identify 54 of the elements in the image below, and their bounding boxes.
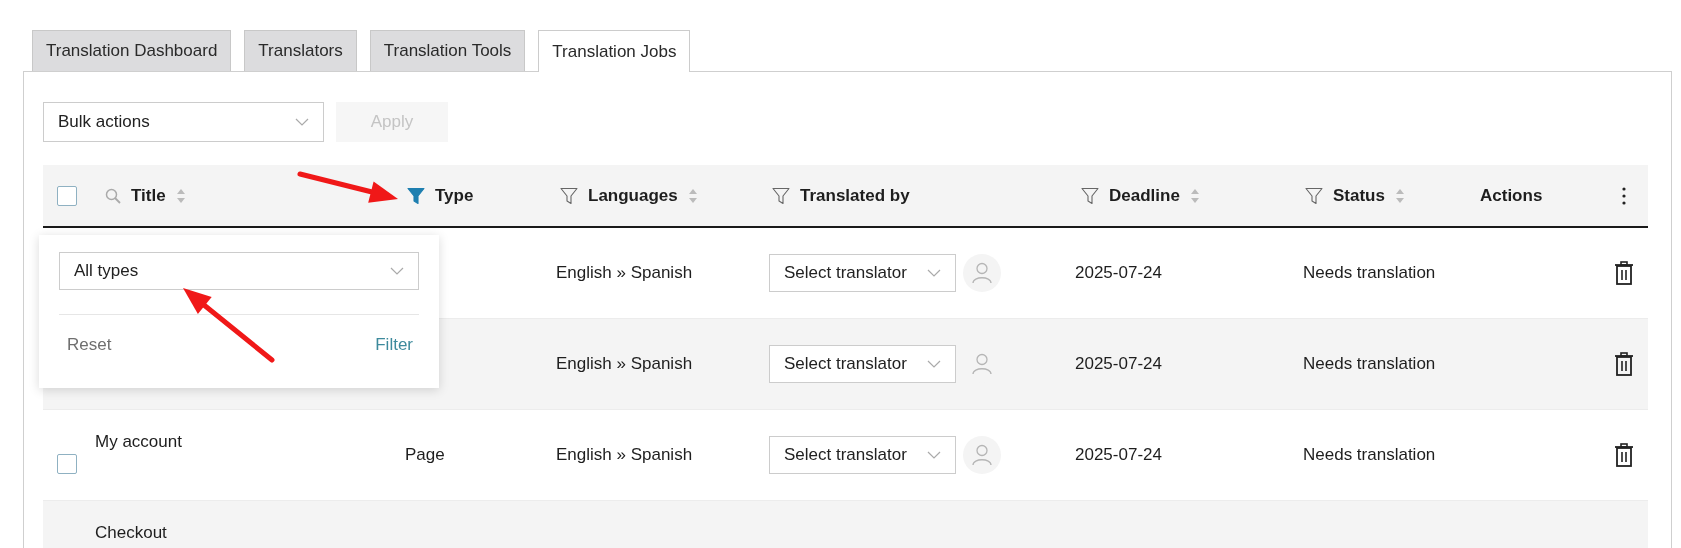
type-dropdown[interactable]: All types xyxy=(59,252,419,290)
table-cell: English » Spanish xyxy=(556,445,693,465)
column-header: Status xyxy=(1333,185,1385,206)
chevron-icon xyxy=(295,118,309,126)
column-header: Languages xyxy=(588,185,678,206)
translator-dropdown[interactable]: Select translator xyxy=(769,345,956,383)
table-cell: Needs translation xyxy=(1303,354,1436,374)
table-cell: English » Spanish xyxy=(556,263,693,283)
table-cell: Needs translation xyxy=(1303,445,1436,465)
reset-button[interactable]: Reset xyxy=(67,331,112,359)
table-cell: English » Spanish xyxy=(556,354,693,374)
filter-icon[interactable] xyxy=(407,186,425,205)
dropdown-placeholder: Select translator xyxy=(784,354,907,374)
table-cell: 2025-07-24 xyxy=(1075,445,1162,465)
column-header: Translated by xyxy=(800,185,910,206)
avatar-icon[interactable] xyxy=(963,436,1001,474)
checkbox[interactable] xyxy=(57,185,77,206)
translator-dropdown[interactable]: Select translator xyxy=(769,254,956,292)
avatar-icon[interactable] xyxy=(963,254,1001,292)
trash-icon[interactable] xyxy=(1614,261,1634,285)
table-cell: Needs translation xyxy=(1303,263,1436,283)
tab[interactable]: Translation Jobs xyxy=(538,30,691,72)
tab[interactable]: Translation Dashboard xyxy=(32,30,232,71)
tab[interactable]: Translation Tools xyxy=(369,30,526,71)
column-header: Actions xyxy=(1480,185,1543,206)
bulk-actions-dropdown[interactable]: Bulk actions xyxy=(43,102,324,142)
column-header: Deadline xyxy=(1109,185,1180,206)
table-cell: 2025-07-24 xyxy=(1075,354,1162,374)
chevron-icon xyxy=(927,451,941,459)
row-title[interactable]: My account xyxy=(95,432,182,452)
table-cell: 2025-07-24 xyxy=(1075,263,1162,283)
trash-icon[interactable] xyxy=(1614,443,1634,467)
chevron-icon xyxy=(927,269,941,277)
column-header: Title xyxy=(131,185,166,206)
dropdown-value: Bulk actions xyxy=(58,112,150,132)
chevron-icon xyxy=(390,267,404,275)
checkbox[interactable] xyxy=(57,454,77,474)
chevron-icon xyxy=(927,360,941,368)
dropdown-value: All types xyxy=(74,261,139,281)
dropdown-placeholder: Select translator xyxy=(784,445,907,465)
translator-dropdown[interactable]: Select translator xyxy=(769,436,956,474)
filter-button[interactable]: Filter xyxy=(375,331,413,359)
more-options-icon[interactable] xyxy=(1622,186,1626,205)
filter-icon[interactable] xyxy=(772,186,790,205)
trash-icon[interactable] xyxy=(1614,352,1634,376)
filter-icon[interactable] xyxy=(1081,186,1099,205)
search-icon[interactable] xyxy=(105,187,121,204)
filter-icon[interactable] xyxy=(1305,186,1323,205)
row-title[interactable]: Checkout xyxy=(95,523,167,543)
dropdown-placeholder: Select translator xyxy=(784,263,907,283)
filter-icon[interactable] xyxy=(560,186,578,205)
table-cell: Page xyxy=(405,445,445,465)
tab[interactable]: Translators xyxy=(244,30,357,71)
column-header: Type xyxy=(435,185,474,206)
